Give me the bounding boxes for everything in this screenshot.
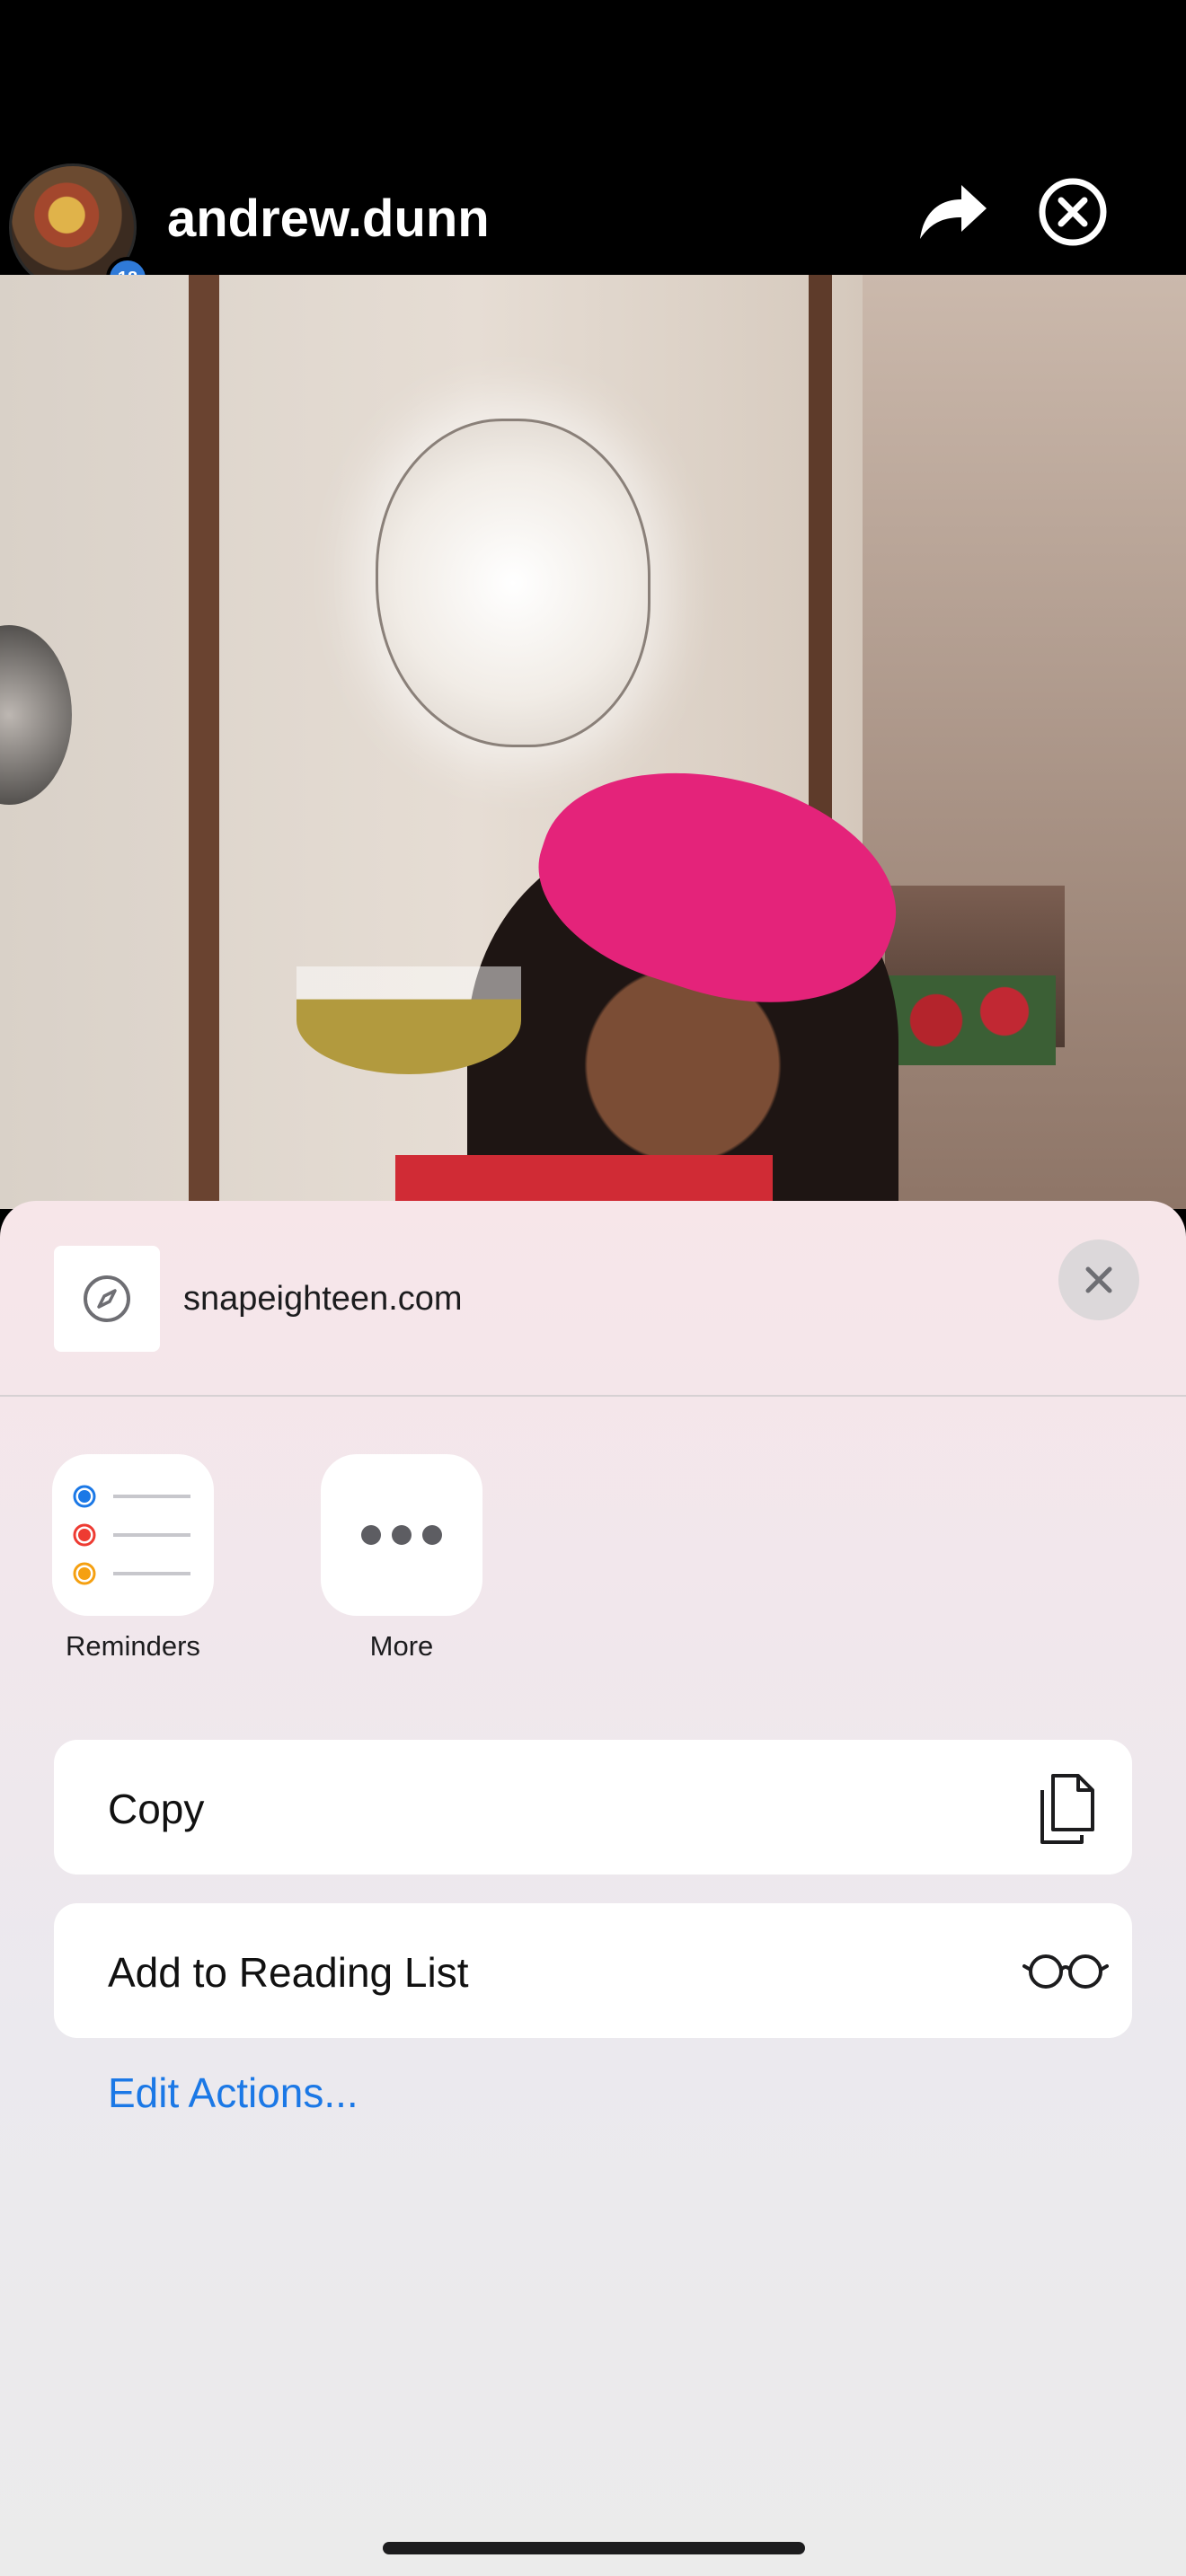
copy-action-label: Copy (108, 1786, 205, 1832)
more-icon (361, 1525, 442, 1545)
more-app-button[interactable] (321, 1454, 482, 1616)
copy-action[interactable]: Copy (54, 1740, 1132, 1875)
close-icon (1085, 1266, 1112, 1293)
close-story-icon[interactable] (1037, 176, 1109, 248)
username[interactable]: andrew.dunn (167, 189, 490, 249)
story-photo (0, 275, 1186, 1209)
edit-actions-link[interactable]: Edit Actions... (108, 2069, 358, 2117)
share-arrow-icon[interactable] (916, 180, 990, 244)
share-sheet-header: snapeighteen.com (0, 1201, 1186, 1397)
compass-icon (54, 1246, 160, 1352)
reminders-app-button[interactable] (52, 1454, 214, 1616)
add-to-reading-list-action[interactable]: Add to Reading List (54, 1903, 1132, 2038)
glasses-icon (1022, 1954, 1109, 1989)
add-to-reading-list-label: Add to Reading List (108, 1949, 469, 1996)
top-bar: 18 andrew.dunn (0, 0, 1186, 300)
share-sheet: snapeighteen.com Reminders More Copy Add… (0, 1201, 1186, 2576)
home-indicator[interactable] (383, 2542, 805, 2554)
close-share-sheet-button[interactable] (1058, 1239, 1139, 1320)
shared-site-url: snapeighteen.com (183, 1280, 463, 1318)
reminders-app-label: Reminders (66, 1630, 200, 1662)
copy-icon (1040, 1774, 1094, 1844)
reminders-icon (73, 1485, 190, 1585)
more-app-label: More (369, 1630, 434, 1662)
